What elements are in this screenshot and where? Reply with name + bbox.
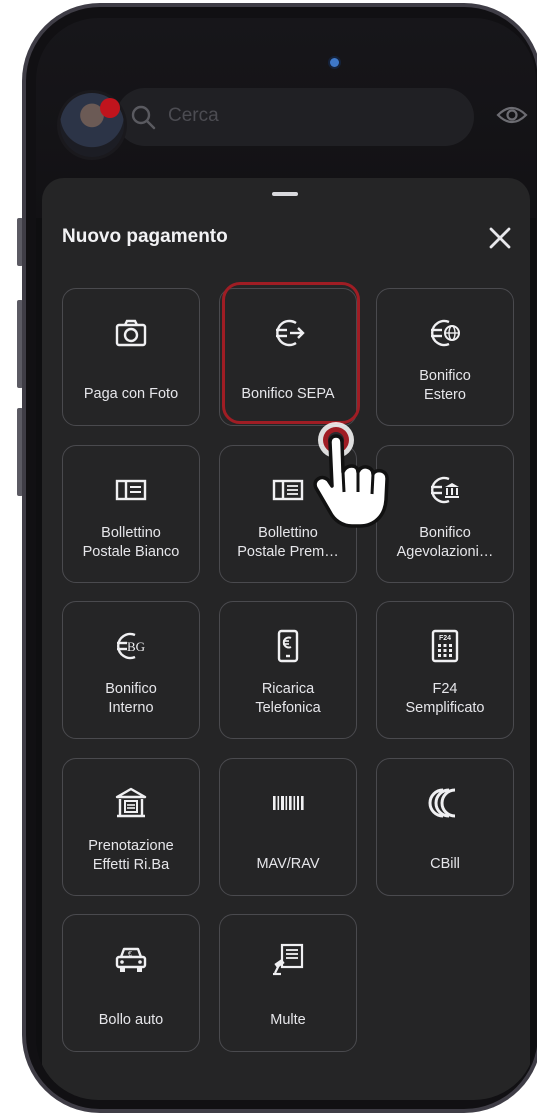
- tile-mav-rav[interactable]: MAV/RAV: [219, 758, 357, 896]
- eye-icon[interactable]: [496, 104, 528, 126]
- tile-bollettino-bianco[interactable]: Bollettino Postale Bianco: [62, 445, 200, 583]
- tile-paga-con-foto[interactable]: Paga con Foto: [62, 288, 200, 426]
- tile-label: CBill: [430, 856, 460, 872]
- tile-label: Bollettino Postale Bianco: [82, 525, 180, 560]
- tile-bollo-auto[interactable]: € Bollo auto: [62, 914, 200, 1052]
- tile-label: Multe: [270, 1012, 306, 1028]
- barcode-icon: [273, 796, 304, 810]
- f24-form-icon: F24: [431, 629, 459, 663]
- svg-text:BG: BG: [127, 639, 145, 654]
- tile-multe[interactable]: Multe: [219, 914, 357, 1052]
- payment-bottom-sheet: Nuovo pagamento Paga con Foto Bonifico S…: [42, 178, 530, 1100]
- euro-transfer-icon: [276, 319, 305, 347]
- sheet-title: Nuovo pagamento: [62, 226, 228, 247]
- tile-label: Bonifico Interno: [105, 681, 157, 716]
- front-camera: [330, 58, 339, 67]
- tile-bonifico-interno[interactable]: BG Bonifico Interno: [62, 601, 200, 739]
- tile-f24-semplificato[interactable]: F24 F24 Semplificato: [376, 601, 514, 739]
- search-placeholder: Cerca: [168, 105, 219, 126]
- tile-label: Prenotazione Effetti Ri.Ba: [88, 838, 174, 873]
- tile-ricarica-telefonica[interactable]: Ricarica Telefonica: [219, 601, 357, 739]
- tile-label: MAV/RAV: [256, 856, 320, 872]
- tile-label: Ricarica Telefonica: [255, 681, 321, 716]
- notification-badge: [100, 98, 120, 118]
- tile-bonifico-sepa[interactable]: Bonifico SEPA: [219, 288, 357, 426]
- tile-label: Paga con Foto: [83, 386, 179, 402]
- phone-screen: Cerca Nuovo pagamento Paga con Foto Boni…: [36, 18, 536, 1100]
- car-euro-icon: €: [115, 947, 147, 972]
- tile-label: Bollo auto: [98, 1012, 164, 1028]
- svg-text:F24: F24: [439, 635, 451, 642]
- fine-gavel-icon: [273, 943, 304, 976]
- search-icon: [131, 105, 156, 130]
- tile-cbill[interactable]: CBill: [376, 758, 514, 896]
- tile-label: Bonifico Estero: [419, 368, 471, 403]
- search-bar[interactable]: Cerca: [116, 88, 474, 146]
- tile-label: F24 Semplificato: [405, 681, 485, 716]
- euro-bank-icon: [431, 476, 460, 504]
- euro-bg-icon: BG: [117, 632, 145, 660]
- postal-slip-icon: [115, 479, 147, 501]
- camera-icon: [115, 319, 147, 347]
- pointing-hand-icon: [313, 422, 389, 528]
- euro-globe-icon: [431, 319, 460, 347]
- close-icon[interactable]: [486, 224, 514, 252]
- tile-prenotazione-riba[interactable]: Prenotazione Effetti Ri.Ba: [62, 758, 200, 896]
- svg-text:€: €: [128, 951, 132, 958]
- sheet-drag-handle[interactable]: [272, 192, 298, 196]
- tile-label: Bonifico SEPA: [241, 386, 335, 402]
- phone-euro-icon: [277, 629, 299, 663]
- cbill-logo-icon: [428, 788, 456, 818]
- bank-building-icon: [115, 787, 147, 818]
- tile-bonifico-estero[interactable]: Bonifico Estero: [376, 288, 514, 426]
